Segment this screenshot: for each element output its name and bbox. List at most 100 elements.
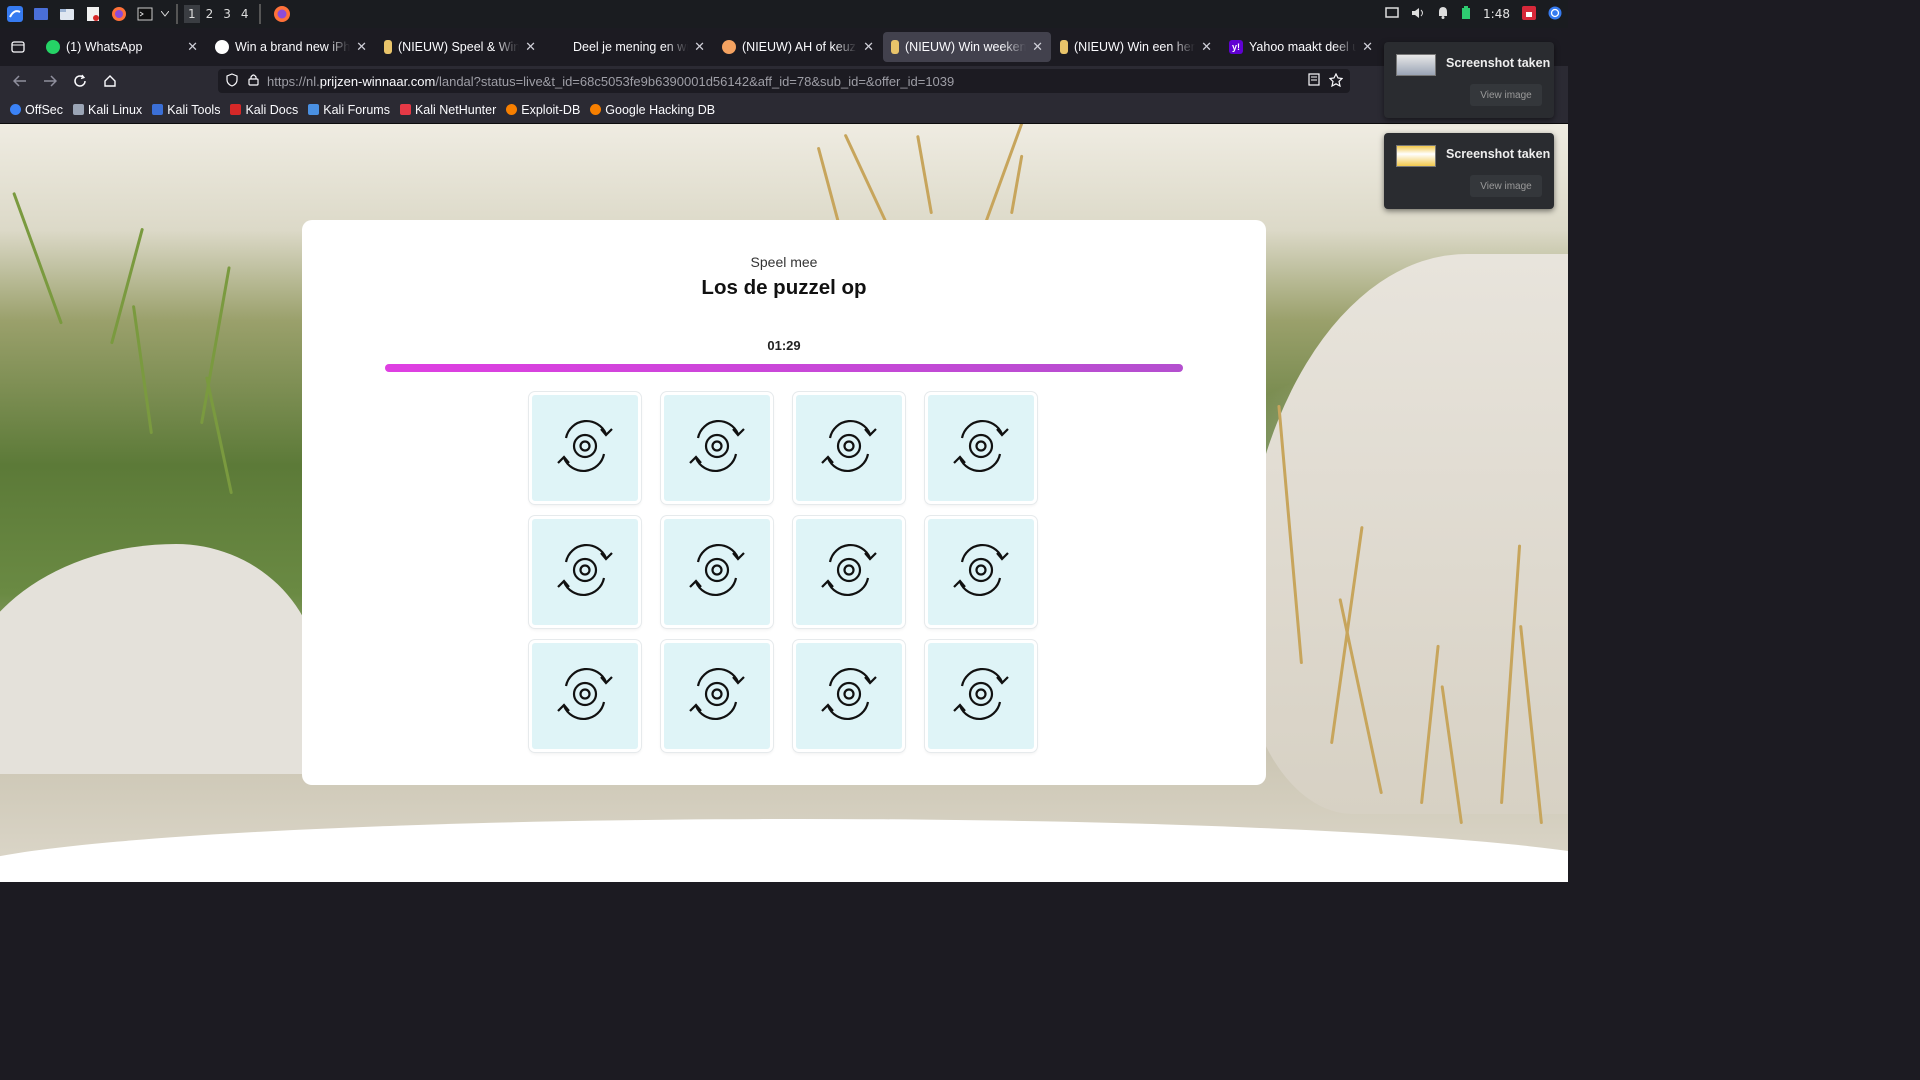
workspace-2[interactable]: 2: [202, 5, 218, 23]
card-flip-icon: [946, 664, 1016, 729]
memory-tile[interactable]: [793, 516, 905, 628]
memory-tile[interactable]: [661, 516, 773, 628]
tab-title: (NIEUW) AH of keuze: [742, 40, 858, 54]
view-image-button[interactable]: View image: [1470, 84, 1542, 106]
browser-tab[interactable]: (NIEUW) AH of keuze ✕: [714, 32, 882, 62]
memory-tile[interactable]: [925, 640, 1037, 752]
bookmark-label: Kali Forums: [323, 102, 390, 117]
card-flip-icon: [550, 416, 620, 481]
memory-tile[interactable]: [925, 392, 1037, 504]
card-flip-icon: [550, 540, 620, 605]
clock[interactable]: 1:48: [1483, 7, 1510, 21]
puzzle-subtitle: Speel mee: [750, 254, 818, 270]
close-icon[interactable]: ✕: [694, 39, 705, 55]
forward-icon[interactable]: [36, 67, 64, 95]
navigation-bar: https://nl. prijzen-winnaar.com/landal?st…: [0, 66, 1568, 96]
bookmark-label: Kali Tools: [167, 102, 221, 117]
workspace-4[interactable]: 4: [237, 5, 253, 23]
display-icon[interactable]: [1385, 6, 1399, 22]
ice-cream-icon: [1060, 40, 1068, 54]
bookmark-item[interactable]: Kali Linux: [72, 102, 143, 117]
time-progress-bar: [385, 364, 1183, 372]
file-manager-icon[interactable]: [56, 4, 78, 24]
memory-tile[interactable]: [925, 516, 1037, 628]
close-icon[interactable]: ✕: [1362, 39, 1373, 55]
text-editor-icon[interactable]: [82, 4, 104, 24]
puzzle-card: Speel mee Los de puzzel op 01:29: [302, 220, 1266, 785]
yahoo-icon: y!: [1229, 40, 1243, 54]
ice-cream-icon: [384, 40, 392, 54]
ghdb-icon: [590, 104, 602, 115]
browser-tab[interactable]: y! Yahoo maakt deel uit v ✕: [1221, 32, 1381, 62]
bookmark-label: Kali NetHunter: [414, 102, 497, 117]
close-icon[interactable]: ✕: [1201, 39, 1212, 55]
memory-tile[interactable]: [793, 392, 905, 504]
workspace-1[interactable]: 1: [184, 5, 200, 23]
firefox-window-icon[interactable]: [271, 4, 293, 24]
close-icon[interactable]: ✕: [1032, 39, 1043, 55]
offsec-icon: [10, 104, 21, 115]
bookmark-item[interactable]: Exploit-DB: [506, 103, 580, 117]
back-icon[interactable]: [6, 67, 34, 95]
memory-tile[interactable]: [529, 392, 641, 504]
browser-tab[interactable]: (1) WhatsApp ✕: [38, 32, 206, 62]
home-icon[interactable]: [96, 67, 124, 95]
reader-view-icon[interactable]: [1308, 73, 1320, 89]
apple-icon: [215, 40, 229, 54]
kali-menu-icon[interactable]: [4, 4, 26, 24]
show-desktop-icon[interactable]: [30, 4, 52, 24]
url-path: /landal?status=live&t_id=68c5053fe9b6390…: [435, 73, 955, 89]
browser-tab[interactable]: Deel je mening en win ✕: [545, 32, 713, 62]
url-domain: prijzen-winnaar.com: [319, 73, 436, 89]
reload-icon[interactable]: [66, 67, 94, 95]
tab-overview-icon[interactable]: [4, 33, 32, 61]
memory-tile[interactable]: [793, 640, 905, 752]
screenshot-notification[interactable]: Screenshot taken View image: [1384, 42, 1554, 118]
bookmark-label: Kali Linux: [87, 102, 143, 117]
browser-tab[interactable]: Win a brand new iPhone ✕: [207, 32, 375, 62]
bookmark-item[interactable]: Kali Forums: [308, 103, 390, 117]
bookmark-star-icon[interactable]: [1328, 72, 1344, 90]
close-icon[interactable]: ✕: [356, 39, 367, 55]
bookmark-label: Kali Docs: [245, 102, 299, 117]
tab-title: Deel je mening en win: [573, 40, 689, 54]
memory-tile[interactable]: [661, 392, 773, 504]
close-icon[interactable]: ✕: [863, 39, 874, 55]
lock-icon[interactable]: [248, 73, 259, 89]
tracking-shield-icon[interactable]: [226, 72, 238, 90]
notification-bell-icon[interactable]: [1437, 6, 1449, 22]
memory-tile[interactable]: [529, 640, 641, 752]
chevron-down-icon[interactable]: [160, 4, 170, 24]
memory-tile[interactable]: [529, 516, 641, 628]
firefox-launcher-icon[interactable]: [108, 4, 130, 24]
terminal-icon[interactable]: [134, 4, 156, 24]
browser-tab[interactable]: (NIEUW) Win een hem ✕: [1052, 32, 1220, 62]
tab-title: (NIEUW) Win weekend: [905, 40, 1027, 54]
bookmark-item[interactable]: Google Hacking DB: [590, 103, 715, 117]
view-image-button[interactable]: View image: [1470, 175, 1542, 197]
browser-tab[interactable]: (NIEUW) Speel & Win ✕: [376, 32, 544, 62]
bookmark-item[interactable]: Kali Tools: [152, 103, 220, 117]
bookmark-item[interactable]: OffSec: [10, 103, 63, 117]
screenshot-notification[interactable]: Screenshot taken View image: [1384, 133, 1554, 209]
url-prefix: https://nl.: [267, 73, 320, 89]
workspace-3[interactable]: 3: [219, 5, 235, 23]
tab-title: (NIEUW) Speel & Win: [398, 40, 520, 54]
memory-tile[interactable]: [661, 640, 773, 752]
volume-icon[interactable]: [1411, 7, 1425, 22]
nethunter-icon: [399, 104, 411, 115]
countdown-timer: 01:29: [767, 338, 801, 353]
url-bar[interactable]: https://nl. prijzen-winnaar.com/landal?st…: [218, 69, 1350, 93]
grass-stalk: [110, 227, 145, 345]
bookmark-item[interactable]: Kali Docs: [230, 103, 298, 117]
power-icon[interactable]: [1548, 6, 1562, 23]
lock-screen-icon[interactable]: [1522, 5, 1536, 23]
battery-icon[interactable]: [1461, 5, 1471, 23]
bookmark-item[interactable]: Kali NetHunter: [399, 102, 497, 117]
close-icon[interactable]: ✕: [187, 39, 198, 55]
card-flip-icon: [814, 664, 884, 729]
close-icon[interactable]: ✕: [525, 39, 536, 55]
browser-tab-active[interactable]: (NIEUW) Win weekend ✕: [883, 32, 1051, 62]
card-flip-icon: [550, 664, 620, 729]
screenshot-thumbnail: [1396, 145, 1436, 167]
